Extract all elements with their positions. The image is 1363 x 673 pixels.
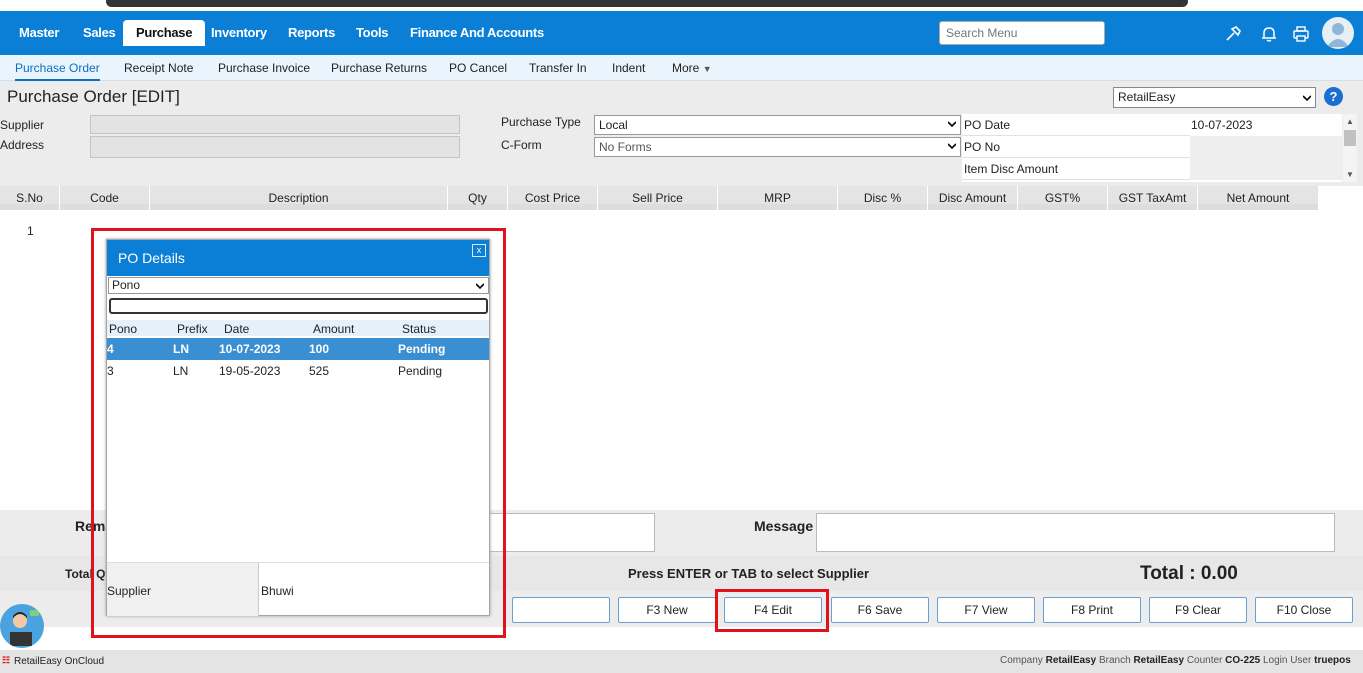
nav-inventory[interactable]: Inventory [203, 20, 275, 46]
tab-more[interactable]: More ▼ [672, 55, 712, 81]
app-logo-icon: ☷ [2, 655, 11, 665]
item-disc-amount-value[interactable] [1190, 158, 1342, 180]
top-navigation: Master Sales Purchase Inventory Reports … [0, 11, 1363, 55]
company-label: Company [1000, 655, 1043, 666]
browser-top-strip [0, 0, 1363, 11]
support-chat-avatar[interactable] [0, 604, 44, 648]
branch-label: Branch [1098, 655, 1131, 666]
bell-icon[interactable] [1259, 24, 1279, 44]
cform-value: No Forms [599, 140, 652, 154]
col-gst-percent: GST% [1018, 186, 1108, 210]
company-value: RetailEasy [1045, 655, 1097, 666]
user-avatar[interactable] [1322, 17, 1354, 49]
col-net-amount: Net Amount [1198, 186, 1319, 210]
counter-label: Counter [1186, 655, 1223, 666]
col-disc-percent: Disc % [838, 186, 928, 210]
col-disc-amount: Disc Amount [928, 186, 1018, 210]
f9-clear-button[interactable]: F9 Clear [1149, 597, 1247, 623]
po-date-label: PO Date [964, 118, 1011, 132]
col-qty: Qty [448, 186, 508, 210]
info-scrollbar[interactable]: ▲ ▼ [1343, 114, 1357, 182]
search-menu-input[interactable] [939, 21, 1105, 45]
po-header-form: Supplier Address Purchase Type Local C-F… [0, 112, 1363, 186]
items-table-header: S.No Code Description Qty Cost Price Sel… [0, 186, 1319, 210]
highlight-annotation-dialog [91, 228, 506, 638]
login-label: Login User [1262, 655, 1312, 666]
address-label: Address [0, 138, 45, 152]
login-value: truepos [1314, 655, 1351, 666]
branch-select-value: RetailEasy [1118, 90, 1176, 104]
col-cost-price: Cost Price [508, 186, 598, 210]
tab-purchase-invoice[interactable]: Purchase Invoice [218, 55, 310, 81]
tab-receipt-note[interactable]: Receipt Note [124, 55, 193, 81]
purchase-type-value: Local [599, 118, 628, 132]
highlight-annotation-f4-edit [715, 589, 829, 632]
counter-value: CO-225 [1225, 655, 1261, 666]
col-gst-taxamt: GST TaxAmt [1108, 186, 1198, 210]
tab-transfer-in[interactable]: Transfer In [529, 55, 587, 81]
nav-finance-and-accounts[interactable]: Finance And Accounts [402, 20, 552, 46]
tab-purchase-returns[interactable]: Purchase Returns [331, 55, 427, 81]
col-description: Description [150, 186, 448, 210]
more-label: More [672, 61, 700, 75]
chevron-down-icon [948, 121, 956, 128]
po-date-value[interactable]: 10-07-2023 [1190, 114, 1342, 136]
message-textarea[interactable] [816, 513, 1335, 552]
branch-value: RetailEasy [1133, 655, 1185, 666]
caret-down-icon: ▼ [702, 64, 712, 74]
po-info-grid: PO Date 10-07-2023 PO No Item Disc Amoun… [962, 114, 1342, 182]
address-field[interactable] [90, 136, 460, 158]
message-label: Message [754, 518, 814, 534]
po-no-value[interactable] [1190, 136, 1342, 158]
blank-button[interactable] [512, 597, 610, 623]
hammer-icon[interactable] [1223, 24, 1243, 44]
supplier-label: Supplier [0, 118, 45, 132]
nav-reports[interactable]: Reports [280, 20, 343, 46]
nav-master[interactable]: Master [11, 20, 67, 46]
nav-sales[interactable]: Sales [75, 20, 123, 46]
tab-purchase-order[interactable]: Purchase Order [15, 55, 100, 81]
chevron-down-icon [948, 143, 956, 150]
purchase-sub-navigation: Purchase Order Receipt Note Purchase Inv… [0, 55, 1363, 81]
f10-close-button[interactable]: F10 Close [1255, 597, 1353, 623]
f8-print-button[interactable]: F8 Print [1043, 597, 1141, 623]
table-row-sno: 1 [27, 224, 34, 238]
cform-select[interactable]: No Forms [594, 137, 961, 157]
branch-select[interactable]: RetailEasy [1113, 87, 1316, 108]
nav-tools[interactable]: Tools [348, 20, 396, 46]
f3-new-button[interactable]: F3 New [618, 597, 716, 623]
f7-view-button[interactable]: F7 View [937, 597, 1035, 623]
nav-purchase[interactable]: Purchase [123, 20, 206, 46]
supplier-field[interactable] [90, 115, 460, 134]
page-title: Purchase Order [EDIT] [7, 87, 180, 106]
col-code: Code [60, 186, 150, 210]
tab-po-cancel[interactable]: PO Cancel [449, 55, 507, 81]
total-amount: Total : 0.00 [1140, 563, 1238, 584]
f6-save-button[interactable]: F6 Save [831, 597, 929, 623]
col-sell-price: Sell Price [598, 186, 718, 210]
col-sno: S.No [0, 186, 60, 210]
tab-indent[interactable]: Indent [612, 55, 645, 81]
chevron-down-icon [1303, 95, 1311, 102]
printer-icon[interactable] [1291, 24, 1311, 44]
cform-label: C-Form [501, 138, 542, 152]
status-bar: ☷ RetailEasy OnCloud Company RetailEasy … [0, 650, 1363, 673]
po-no-label: PO No [964, 140, 1001, 154]
hint-text: Press ENTER or TAB to select Supplier [628, 566, 870, 581]
page-title-bar: Purchase Order [EDIT] RetailEasy ? [0, 81, 1363, 112]
session-info: Company RetailEasy Branch RetailEasy Cou… [1000, 655, 1351, 666]
help-icon[interactable]: ? [1324, 87, 1343, 106]
col-mrp: MRP [718, 186, 838, 210]
purchase-type-label: Purchase Type [501, 115, 581, 129]
purchase-type-select[interactable]: Local [594, 115, 961, 135]
item-disc-amount-label: Item Disc Amount [964, 162, 1059, 176]
app-name: RetailEasy OnCloud [14, 656, 105, 667]
